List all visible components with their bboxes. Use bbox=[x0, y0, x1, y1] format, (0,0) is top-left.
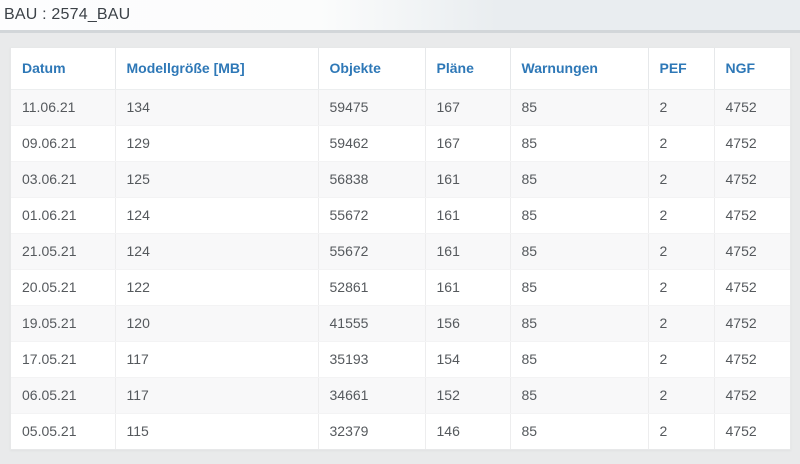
table-row[interactable]: 17.05.21117351931548524752 bbox=[11, 341, 790, 377]
table-cell: 85 bbox=[510, 125, 648, 161]
column-header-objekte[interactable]: Objekte bbox=[318, 48, 425, 89]
table-cell: 85 bbox=[510, 341, 648, 377]
table-cell: 85 bbox=[510, 305, 648, 341]
table-cell: 2 bbox=[648, 341, 714, 377]
table-cell: 2 bbox=[648, 269, 714, 305]
table-cell: 85 bbox=[510, 413, 648, 449]
table-cell: 115 bbox=[115, 413, 318, 449]
table-cell: 09.06.21 bbox=[11, 125, 115, 161]
table-cell: 03.06.21 bbox=[11, 161, 115, 197]
table-cell: 4752 bbox=[714, 413, 790, 449]
table-body: 11.06.2113459475167852475209.06.21129594… bbox=[11, 89, 790, 449]
table-cell: 4752 bbox=[714, 269, 790, 305]
table-cell: 124 bbox=[115, 197, 318, 233]
column-header-datum[interactable]: Datum bbox=[11, 48, 115, 89]
table-cell: 2 bbox=[648, 89, 714, 125]
table-cell: 2 bbox=[648, 377, 714, 413]
table-cell: 161 bbox=[425, 269, 510, 305]
table-cell: 34661 bbox=[318, 377, 425, 413]
table-row[interactable]: 19.05.21120415551568524752 bbox=[11, 305, 790, 341]
table-cell: 125 bbox=[115, 161, 318, 197]
table-cell: 85 bbox=[510, 161, 648, 197]
column-header-plaene[interactable]: Pläne bbox=[425, 48, 510, 89]
table-cell: 35193 bbox=[318, 341, 425, 377]
table-cell: 85 bbox=[510, 197, 648, 233]
table-cell: 117 bbox=[115, 377, 318, 413]
table-header-row: Datum Modellgröße [MB] Objekte Pläne War… bbox=[11, 48, 790, 89]
table-row[interactable]: 03.06.21125568381618524752 bbox=[11, 161, 790, 197]
table-cell: 117 bbox=[115, 341, 318, 377]
table-cell: 161 bbox=[425, 161, 510, 197]
table-cell: 55672 bbox=[318, 197, 425, 233]
table-cell: 32379 bbox=[318, 413, 425, 449]
table-cell: 161 bbox=[425, 233, 510, 269]
table-row[interactable]: 01.06.21124556721618524752 bbox=[11, 197, 790, 233]
model-history-table: Datum Modellgröße [MB] Objekte Pläne War… bbox=[11, 48, 790, 449]
table-cell: 120 bbox=[115, 305, 318, 341]
table-cell: 2 bbox=[648, 161, 714, 197]
table-cell: 129 bbox=[115, 125, 318, 161]
column-header-ngf[interactable]: NGF bbox=[714, 48, 790, 89]
table-cell: 2 bbox=[648, 125, 714, 161]
table-cell: 55672 bbox=[318, 233, 425, 269]
table-cell: 2 bbox=[648, 197, 714, 233]
table-row[interactable]: 20.05.21122528611618524752 bbox=[11, 269, 790, 305]
table-cell: 06.05.21 bbox=[11, 377, 115, 413]
table-row[interactable]: 09.06.21129594621678524752 bbox=[11, 125, 790, 161]
table-cell: 122 bbox=[115, 269, 318, 305]
table-cell: 85 bbox=[510, 377, 648, 413]
table-cell: 01.06.21 bbox=[11, 197, 115, 233]
table-cell: 154 bbox=[425, 341, 510, 377]
table-cell: 167 bbox=[425, 125, 510, 161]
table-cell: 161 bbox=[425, 197, 510, 233]
table-row[interactable]: 21.05.21124556721618524752 bbox=[11, 233, 790, 269]
column-header-modellgroesse[interactable]: Modellgröße [MB] bbox=[115, 48, 318, 89]
table-cell: 167 bbox=[425, 89, 510, 125]
panel-titlebar: BAU : 2574_BAU bbox=[0, 0, 800, 33]
table-cell: 85 bbox=[510, 89, 648, 125]
table-cell: 4752 bbox=[714, 341, 790, 377]
column-header-warnungen[interactable]: Warnungen bbox=[510, 48, 648, 89]
table-cell: 05.05.21 bbox=[11, 413, 115, 449]
table-cell: 4752 bbox=[714, 305, 790, 341]
table-cell: 4752 bbox=[714, 89, 790, 125]
table-row[interactable]: 06.05.21117346611528524752 bbox=[11, 377, 790, 413]
table-cell: 59475 bbox=[318, 89, 425, 125]
table-cell: 85 bbox=[510, 269, 648, 305]
table-cell: 17.05.21 bbox=[11, 341, 115, 377]
table-cell: 11.06.21 bbox=[11, 89, 115, 125]
table-cell: 4752 bbox=[714, 197, 790, 233]
table-cell: 41555 bbox=[318, 305, 425, 341]
model-history-table-card: Datum Modellgröße [MB] Objekte Pläne War… bbox=[10, 47, 791, 450]
table-cell: 4752 bbox=[714, 377, 790, 413]
table-cell: 4752 bbox=[714, 161, 790, 197]
table-cell: 146 bbox=[425, 413, 510, 449]
table-cell: 156 bbox=[425, 305, 510, 341]
table-cell: 4752 bbox=[714, 233, 790, 269]
table-cell: 2 bbox=[648, 413, 714, 449]
panel-title: BAU : 2574_BAU bbox=[4, 6, 130, 24]
table-cell: 21.05.21 bbox=[11, 233, 115, 269]
table-cell: 20.05.21 bbox=[11, 269, 115, 305]
table-cell: 19.05.21 bbox=[11, 305, 115, 341]
table-cell: 124 bbox=[115, 233, 318, 269]
table-cell: 85 bbox=[510, 233, 648, 269]
table-cell: 152 bbox=[425, 377, 510, 413]
table-cell: 2 bbox=[648, 305, 714, 341]
table-cell: 59462 bbox=[318, 125, 425, 161]
column-header-pef[interactable]: PEF bbox=[648, 48, 714, 89]
table-cell: 134 bbox=[115, 89, 318, 125]
table-cell: 4752 bbox=[714, 125, 790, 161]
table-row[interactable]: 05.05.21115323791468524752 bbox=[11, 413, 790, 449]
table-cell: 56838 bbox=[318, 161, 425, 197]
table-cell: 2 bbox=[648, 233, 714, 269]
table-row[interactable]: 11.06.21134594751678524752 bbox=[11, 89, 790, 125]
table-cell: 52861 bbox=[318, 269, 425, 305]
